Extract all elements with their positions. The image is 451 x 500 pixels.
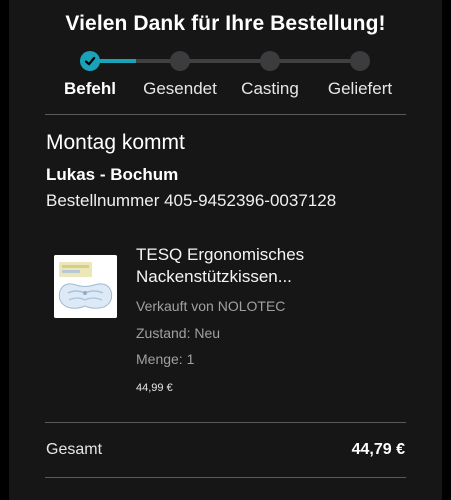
order-confirmation-screen: Vielen Dank für Ihre Bestellung! Befehl … bbox=[0, 0, 451, 500]
order-number[interactable]: Bestellnummer 405-9452396-0037128 bbox=[46, 191, 336, 211]
product-title[interactable]: TESQ Ergonomisches Nackenstützkissen... bbox=[136, 244, 396, 288]
delivery-heading: Montag kommt bbox=[46, 131, 185, 154]
product-price: 44,99 € bbox=[136, 382, 173, 394]
progress-step-labels: Befehl Gesendet Casting Geliefert bbox=[0, 79, 451, 101]
screen-edge-right bbox=[442, 0, 451, 500]
divider bbox=[45, 477, 406, 478]
product-title-line-2: Nackenstützkissen... bbox=[136, 267, 292, 286]
step-label-gesendet: Gesendet bbox=[143, 79, 217, 98]
total-label: Gesamt bbox=[46, 441, 103, 458]
screen-edge-left bbox=[0, 0, 9, 500]
order-progress-tracker bbox=[0, 49, 451, 71]
divider bbox=[45, 422, 406, 423]
total-value: 44,79 € bbox=[351, 441, 405, 458]
step-dot-casting bbox=[260, 51, 280, 71]
step-label-casting: Casting bbox=[241, 79, 299, 98]
recipient-name: Lukas - Bochum bbox=[46, 165, 179, 184]
step-dot-befehl bbox=[80, 51, 100, 71]
product-condition: Zustand: Neu bbox=[136, 325, 221, 341]
step-label-befehl: Befehl bbox=[64, 79, 116, 98]
product-seller: Verkauft von NOLOTEC bbox=[136, 298, 286, 314]
step-dot-geliefert bbox=[350, 51, 370, 71]
step-dot-gesendet bbox=[170, 51, 190, 71]
product-quantity: Menge: 1 bbox=[136, 351, 195, 367]
product-image[interactable] bbox=[54, 255, 117, 318]
step-label-geliefert: Geliefert bbox=[327, 79, 393, 98]
checkmark-icon bbox=[84, 56, 96, 66]
page-title: Vielen Dank für Ihre Bestellung! bbox=[65, 12, 386, 35]
product-title-line-1: TESQ Ergonomisches bbox=[136, 245, 305, 264]
divider bbox=[45, 114, 406, 115]
pillow-product-image bbox=[54, 255, 117, 318]
